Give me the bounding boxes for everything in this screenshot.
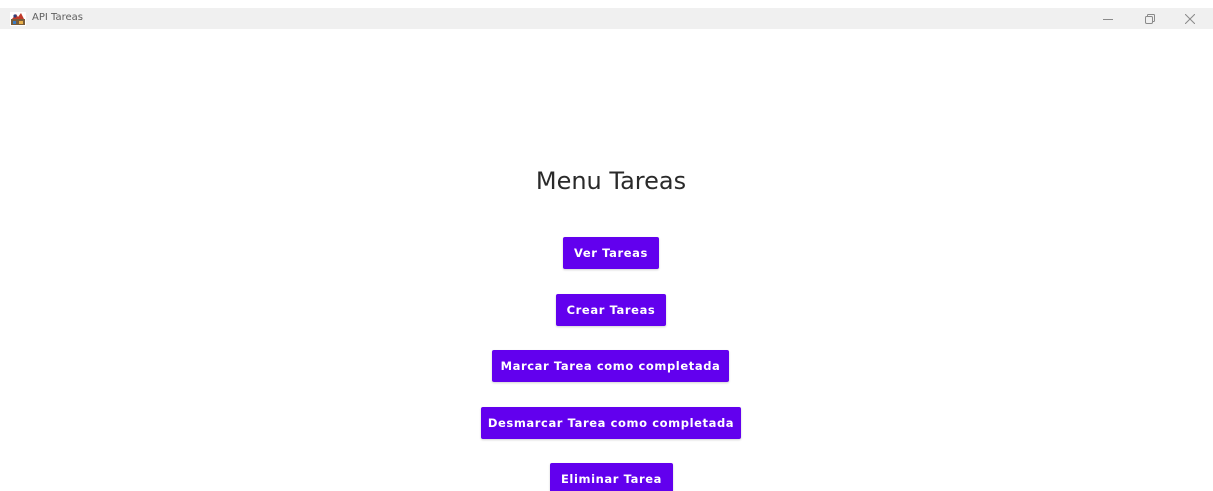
- title-bar[interactable]: API Tareas: [0, 8, 1213, 29]
- minimize-button[interactable]: [1093, 8, 1123, 29]
- ver-tareas-button[interactable]: Ver Tareas: [563, 237, 659, 269]
- restore-icon: [1145, 13, 1155, 24]
- restore-button[interactable]: [1135, 8, 1165, 29]
- close-button[interactable]: [1175, 8, 1205, 29]
- marcar-completada-button[interactable]: Marcar Tarea como completada: [492, 350, 729, 382]
- app-window: API Tareas Menu Tareas Ver Tareas Crear …: [0, 0, 1213, 491]
- minimize-icon: [1103, 14, 1113, 24]
- desmarcar-completada-button[interactable]: Desmarcar Tarea como completada: [481, 407, 741, 439]
- crear-tareas-button[interactable]: Crear Tareas: [556, 294, 666, 326]
- page-title: Menu Tareas: [535, 167, 687, 195]
- eliminar-tarea-button[interactable]: Eliminar Tarea: [550, 463, 673, 491]
- window-title: API Tareas: [32, 12, 83, 23]
- java-app-icon: [10, 11, 26, 26]
- close-icon: [1185, 13, 1195, 24]
